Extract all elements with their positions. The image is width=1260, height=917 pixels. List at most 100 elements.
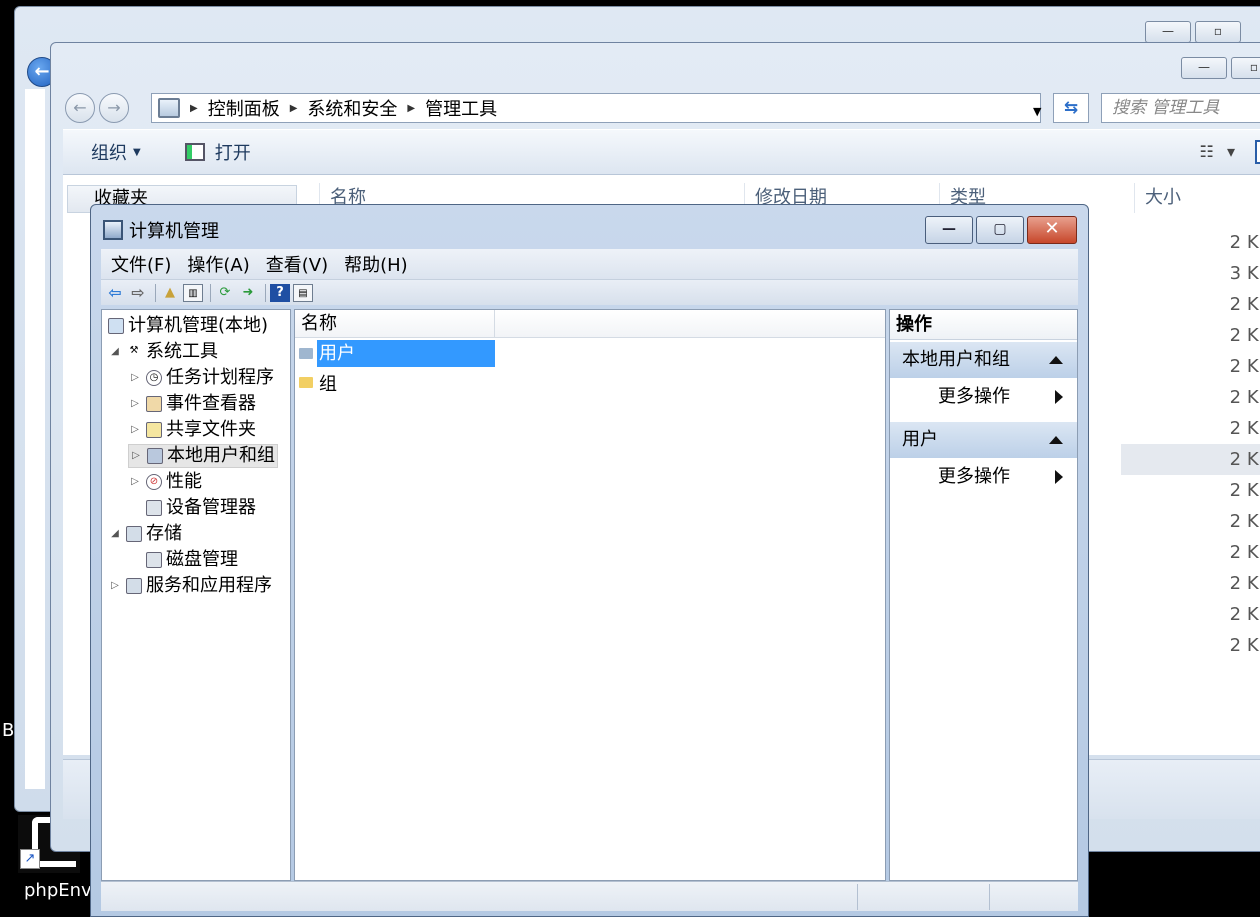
size-cell: 2 KB <box>1229 418 1260 439</box>
collapse-icon[interactable]: ◢ <box>108 340 122 364</box>
tree-label: 性能 <box>166 471 202 492</box>
toolbar-divider <box>265 283 266 302</box>
tree-item-task-scheduler[interactable]: ▷ ◷ 任务计划程序 <box>128 366 274 390</box>
up-folder-icon[interactable]: ▲ <box>160 284 180 302</box>
refresh-icon[interactable]: ⇆ <box>1053 93 1089 123</box>
breadcrumb-admin-tools[interactable]: 管理工具 <box>425 95 497 121</box>
cm-maximize-button[interactable]: ▢ <box>976 216 1024 244</box>
more-actions-2[interactable]: 更多操作 <box>890 458 1077 496</box>
cm-statusbar <box>101 881 1078 911</box>
properties-icon[interactable]: ▤ <box>293 283 313 302</box>
actions-header: 操作 <box>890 310 1077 340</box>
tree-label: 设备管理器 <box>166 497 256 518</box>
tree-item-storage[interactable]: ◢ 存储 <box>108 522 182 546</box>
explorer-toolbar: 组织 ▼ 打开 ☷ ▾ <box>63 129 1260 175</box>
list-item-label: 组 <box>319 373 337 395</box>
size-column-values: 2 KB 3 KB 2 KB 2 KB 2 KB 2 KB 2 KB 2 KB 2 KB 2 KB… <box>1121 227 1260 661</box>
phpenv-shortcut-label[interactable]: phpEnv <box>24 880 92 901</box>
forward-arrow-icon[interactable]: ⇨ <box>128 283 148 302</box>
status-divider <box>989 884 990 910</box>
help-icon[interactable]: ? <box>270 283 290 302</box>
refresh-icon[interactable]: ⟳ <box>215 284 235 302</box>
breadcrumb-system-security[interactable]: 系统和安全 <box>307 95 397 121</box>
open-button[interactable]: 打开 <box>184 139 251 165</box>
minimize-button[interactable]: — <box>1145 21 1191 43</box>
tree-item-root[interactable]: 计算机管理(本地) <box>104 314 268 338</box>
tree-item-device-manager[interactable]: 设备管理器 <box>142 496 256 520</box>
menu-view[interactable]: 查看(V) <box>266 251 328 277</box>
preview-pane-icon[interactable] <box>1255 140 1260 164</box>
actions-section-local-users-groups[interactable]: 本地用户和组 <box>890 342 1077 378</box>
cm-toolbar: ⇦ ⇨ ▲ ▥ ⟳ ➜ ? ▤ <box>101 279 1078 305</box>
tree-item-performance[interactable]: ▷ ⊘ 性能 <box>128 470 202 494</box>
tree-item-system-tools[interactable]: ◢ ⚒ 系统工具 <box>108 340 218 364</box>
computer-management-window[interactable]: 计算机管理 — ▢ ✕ 文件(F) 操作(A) 查看(V) 帮助(H) ⇦ ⇨ … <box>90 204 1089 917</box>
tree-label: 存储 <box>146 523 182 544</box>
view-options-icon[interactable]: ☷ ▾ <box>1200 142 1239 161</box>
tree-item-services-apps[interactable]: ▷ 服务和应用程序 <box>108 574 272 598</box>
column-name[interactable]: 名称 <box>295 310 495 338</box>
list-item-users[interactable]: 用户 <box>299 340 495 367</box>
tree-label: 磁盘管理 <box>166 549 238 570</box>
expand-icon[interactable]: ▷ <box>108 574 122 598</box>
shortcut-arrow-icon: ↗ <box>20 849 40 869</box>
tree-item-disk-management[interactable]: 磁盘管理 <box>142 548 238 572</box>
storage-icon <box>126 526 142 542</box>
export-list-icon[interactable]: ➜ <box>238 284 258 302</box>
breadcrumb-control-panel[interactable]: 控制面板 <box>208 95 280 121</box>
tree-label: 本地用户和组 <box>167 445 275 466</box>
tree-label: 服务和应用程序 <box>146 575 272 596</box>
more-actions-1[interactable]: 更多操作 <box>890 378 1077 416</box>
chevron-right-icon[interactable]: ▶ <box>190 103 198 114</box>
menu-file[interactable]: 文件(F) <box>111 251 171 277</box>
actions-pane: 操作 本地用户和组 更多操作 用户 更多操作 <box>889 309 1078 881</box>
back-arrow-icon[interactable]: ⇦ <box>105 283 125 302</box>
chevron-right-icon[interactable]: ▶ <box>407 103 415 114</box>
tree-item-event-viewer[interactable]: ▷ 事件查看器 <box>128 392 256 416</box>
collapse-icon[interactable]: ◢ <box>108 522 122 546</box>
computer-management-icon <box>103 220 123 240</box>
list-item-groups[interactable]: 组 <box>299 369 339 396</box>
cm-close-button[interactable]: ✕ <box>1027 216 1077 244</box>
size-cell: 2 KB <box>1121 444 1260 475</box>
disk-icon <box>146 552 162 568</box>
actions-section-users[interactable]: 用户 <box>890 422 1077 458</box>
tree-item-local-users-groups[interactable]: ▷ 本地用户和组 <box>128 444 278 468</box>
expand-icon[interactable]: ▷ <box>128 392 142 416</box>
expand-icon[interactable]: ▷ <box>128 418 142 442</box>
size-cell: 2 KB <box>1229 511 1260 532</box>
expand-icon[interactable]: ▷ <box>129 444 143 468</box>
chevron-right-icon <box>1055 470 1063 484</box>
address-bar[interactable]: ▶ 控制面板 ▶ 系统和安全 ▶ 管理工具 <box>151 93 1041 123</box>
forward-arrow-icon[interactable]: → <box>99 93 129 123</box>
size-cell: 2 KB <box>1229 480 1260 501</box>
collapse-up-icon[interactable] <box>1049 436 1063 444</box>
size-cell: 2 KB <box>1229 573 1260 594</box>
size-cell: 2 KB <box>1229 542 1260 563</box>
tree-item-shared-folders[interactable]: ▷ 共享文件夹 <box>128 418 256 442</box>
search-input[interactable]: 搜索 管理工具 <box>1101 93 1260 123</box>
show-hide-tree-icon[interactable]: ▥ <box>183 283 203 302</box>
organize-button[interactable]: 组织 ▼ <box>91 139 141 165</box>
address-row: ← → ▶ 控制面板 ▶ 系统和安全 ▶ 管理工具 ▼ ⇆ 搜索 管理工具 <box>63 91 1260 125</box>
menu-help[interactable]: 帮助(H) <box>344 251 408 277</box>
explorer-maximize-button[interactable]: ▫ <box>1231 57 1260 79</box>
collapse-up-icon[interactable] <box>1049 356 1063 364</box>
menu-action[interactable]: 操作(A) <box>187 251 249 277</box>
cm-title-text: 计算机管理 <box>129 221 219 242</box>
size-cell: 2 KB <box>1229 356 1260 377</box>
maximize-button[interactable]: ▫ <box>1195 21 1241 43</box>
folder-icon <box>299 377 313 388</box>
tools-icon: ⚒ <box>129 345 139 356</box>
cm-titlebar: 计算机管理 <box>103 217 219 243</box>
expand-icon[interactable]: ▷ <box>128 470 142 494</box>
address-dropdown-icon[interactable]: ▼ <box>1033 105 1041 118</box>
back-arrow-icon[interactable]: ← <box>65 93 95 123</box>
section-label: 用户 <box>902 429 938 450</box>
column-size[interactable]: 大小 <box>1134 183 1260 213</box>
expand-icon[interactable]: ▷ <box>128 366 142 390</box>
chevron-right-icon[interactable]: ▶ <box>290 103 298 114</box>
control-panel-icon <box>158 98 180 118</box>
explorer-minimize-button[interactable]: — <box>1181 57 1227 79</box>
cm-minimize-button[interactable]: — <box>925 216 973 244</box>
